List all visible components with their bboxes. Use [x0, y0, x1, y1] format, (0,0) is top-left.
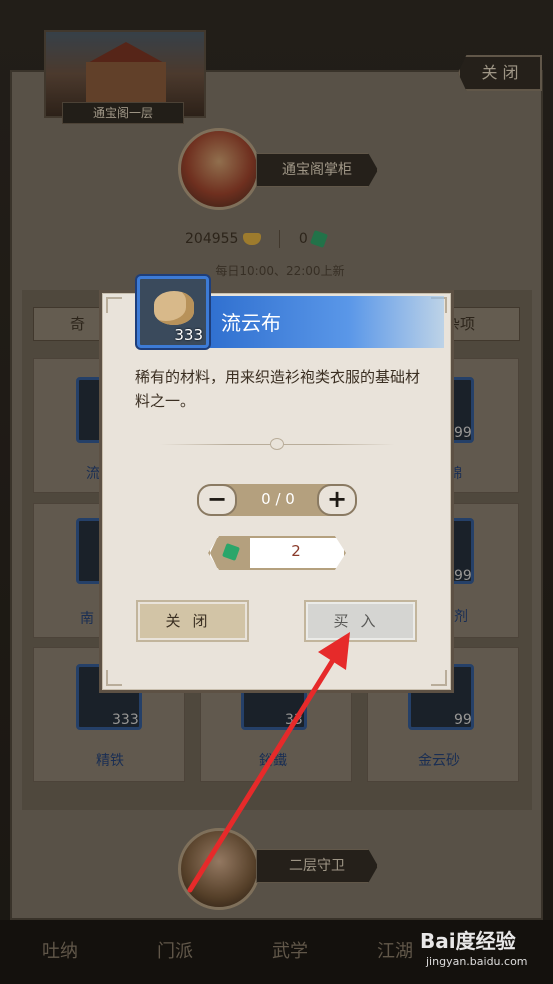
item-name: 流: [86, 466, 100, 482]
item-count: 99: [454, 568, 472, 584]
building-roof: [86, 42, 166, 64]
jade-icon: [310, 230, 329, 248]
gold-ingot-icon: [242, 233, 261, 245]
corner-ornament: [106, 297, 122, 313]
quantity-value: 0 / 0: [261, 490, 295, 508]
item-name: 剂: [454, 609, 468, 625]
watermark-url: jingyan.baidu.com: [426, 955, 528, 968]
currency-bar: 204955 0: [185, 230, 329, 248]
increase-button[interactable]: +: [317, 484, 357, 516]
buy-button[interactable]: 买入: [304, 600, 417, 642]
corner-ornament: [431, 670, 447, 686]
item-name-title: 流云布: [221, 311, 281, 335]
guard-name[interactable]: 二层守卫: [256, 849, 378, 883]
item-name: 精铁: [96, 753, 124, 769]
item-count: 99: [454, 712, 472, 728]
jade-amount: 0: [298, 231, 308, 247]
currency-separator: [279, 230, 281, 248]
item-name: 金云砂: [418, 753, 460, 769]
cloth-roll-icon: 333: [137, 276, 209, 348]
item-count: 33: [285, 712, 303, 728]
price-value: 2: [291, 542, 301, 560]
building-body: [86, 62, 166, 102]
dialog-close-button[interactable]: 关闭: [136, 600, 249, 642]
cloth-roll-graphic: [154, 291, 194, 325]
keeper-name: 通宝阁掌柜: [256, 153, 378, 187]
item-description: 稀有的材料，用来织造衫袍类衣服的基础材料之一。: [135, 368, 421, 410]
item-name: 鋊鐵: [259, 753, 287, 769]
keeper-avatar[interactable]: [178, 128, 260, 210]
nav-martial-arts[interactable]: 武学: [240, 930, 340, 984]
game-screen: 通宝阁一层 关 闭 通宝阁掌柜 204955 0 每日10:00、22:00上新…: [0, 0, 553, 984]
nav-breathing[interactable]: 吐纳: [10, 930, 110, 984]
item-count: 333: [112, 712, 139, 728]
building-label: 通宝阁一层: [62, 102, 184, 124]
shop-close-button[interactable]: 关 闭: [458, 55, 542, 91]
item-count: 99: [454, 425, 472, 441]
guard-avatar[interactable]: [178, 828, 260, 910]
nav-sect[interactable]: 门派: [125, 930, 225, 984]
watermark-logo: Bai度经验: [420, 929, 516, 953]
gold-amount: 204955: [185, 231, 239, 247]
item-owned-count: 333: [174, 326, 203, 344]
item-name: 南: [80, 611, 94, 627]
divider-ornament: [270, 438, 284, 450]
decrease-button[interactable]: −: [197, 484, 237, 516]
corner-ornament: [106, 670, 122, 686]
